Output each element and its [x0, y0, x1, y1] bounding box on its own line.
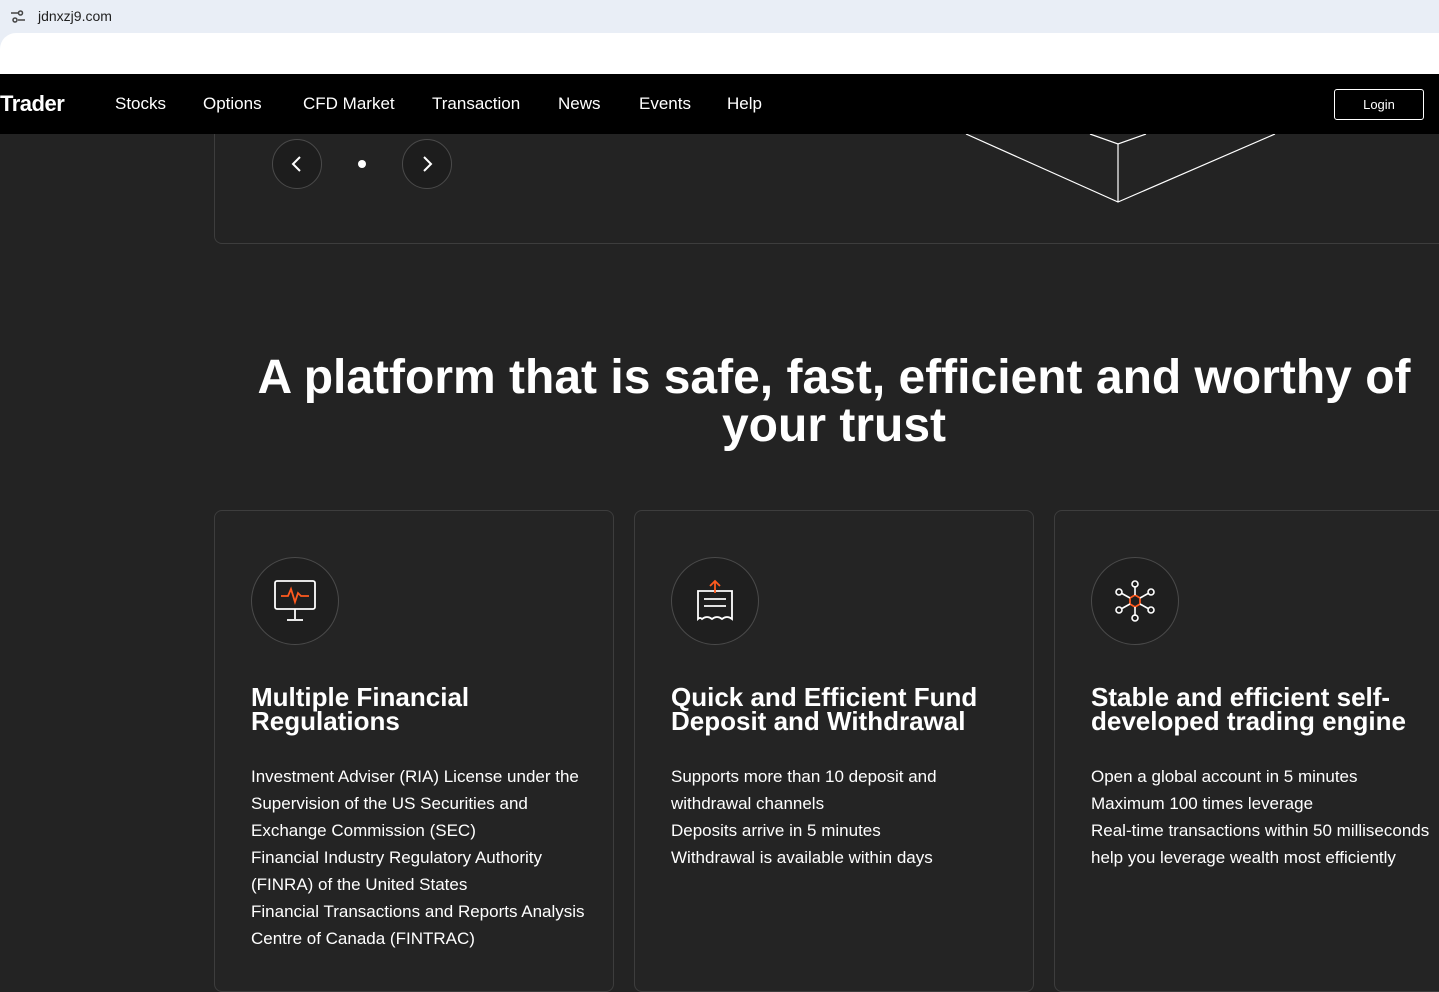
nav-item-stocks[interactable]: Stocks	[115, 94, 166, 114]
site-navbar: Trader Stocks Options CFD Market Transac…	[0, 74, 1439, 134]
feature-description: Investment Adviser (RIA) License under t…	[251, 763, 596, 952]
monitor-pulse-icon	[274, 580, 316, 621]
chevron-left-icon	[291, 156, 301, 172]
nav-item-cfd-market[interactable]: CFD Market	[303, 94, 395, 114]
feature-icon-container	[251, 557, 339, 645]
carousel-next-button[interactable]	[402, 139, 452, 189]
feature-icon-container	[1091, 557, 1179, 645]
feature-title: Multiple Financial Regulations	[251, 682, 470, 736]
feature-card-trading-engine: Stable and efficient self-developed trad…	[1054, 510, 1439, 992]
brand-logo[interactable]: Trader	[0, 91, 65, 117]
carousel-dot[interactable]	[358, 160, 366, 168]
network-hub-icon	[1115, 580, 1155, 622]
feature-line: Real-time transactions within 50 millise…	[1091, 821, 1430, 867]
nav-item-transaction[interactable]: Transaction	[432, 94, 520, 114]
feature-description: Supports more than 10 deposit and withdr…	[671, 763, 1016, 871]
carousel-prev-button[interactable]	[272, 139, 322, 189]
nav-item-events[interactable]: Events	[639, 94, 691, 114]
feature-line: Financial Industry Regulatory Authority …	[251, 848, 543, 894]
feature-card-deposit-withdrawal: Quick and Efficient Fund Deposit and Wit…	[634, 510, 1034, 992]
nav-item-help[interactable]: Help	[727, 94, 762, 114]
feature-line: Withdrawal is available within days	[671, 848, 933, 867]
cube-outline-graphic	[965, 134, 1276, 203]
feature-line: Open a global account in 5 minutes	[1091, 767, 1358, 786]
site-settings-icon[interactable]	[9, 8, 27, 26]
feature-line: Maximum 100 times leverage	[1091, 794, 1314, 813]
feature-icon-container	[671, 557, 759, 645]
clipboard-upload-icon	[697, 579, 733, 622]
address-url[interactable]: jdnxzj9.com	[38, 8, 112, 24]
feature-title: Quick and Efficient Fund Deposit and Wit…	[671, 682, 978, 736]
feature-line: Financial Transactions and Reports Analy…	[251, 902, 585, 948]
section-headline: A platform that is safe, fast, efficient…	[257, 351, 1411, 452]
browser-address-bar: jdnxzj9.com	[0, 0, 1439, 33]
browser-blank-strip	[0, 33, 1439, 74]
feature-description: Open a global account in 5 minutes Maxim…	[1091, 763, 1436, 871]
login-button[interactable]: Login	[1334, 89, 1424, 120]
feature-line: Deposits arrive in 5 minutes	[671, 821, 881, 840]
nav-item-options[interactable]: Options	[203, 94, 262, 114]
chevron-right-icon	[423, 156, 433, 172]
feature-card-regulations: Multiple Financial Regulations Investmen…	[214, 510, 614, 992]
feature-title: Stable and efficient self-developed trad…	[1091, 682, 1406, 736]
nav-item-news[interactable]: News	[558, 94, 601, 114]
feature-line: Supports more than 10 deposit and withdr…	[671, 767, 937, 813]
feature-line: Investment Adviser (RIA) License under t…	[251, 767, 579, 840]
